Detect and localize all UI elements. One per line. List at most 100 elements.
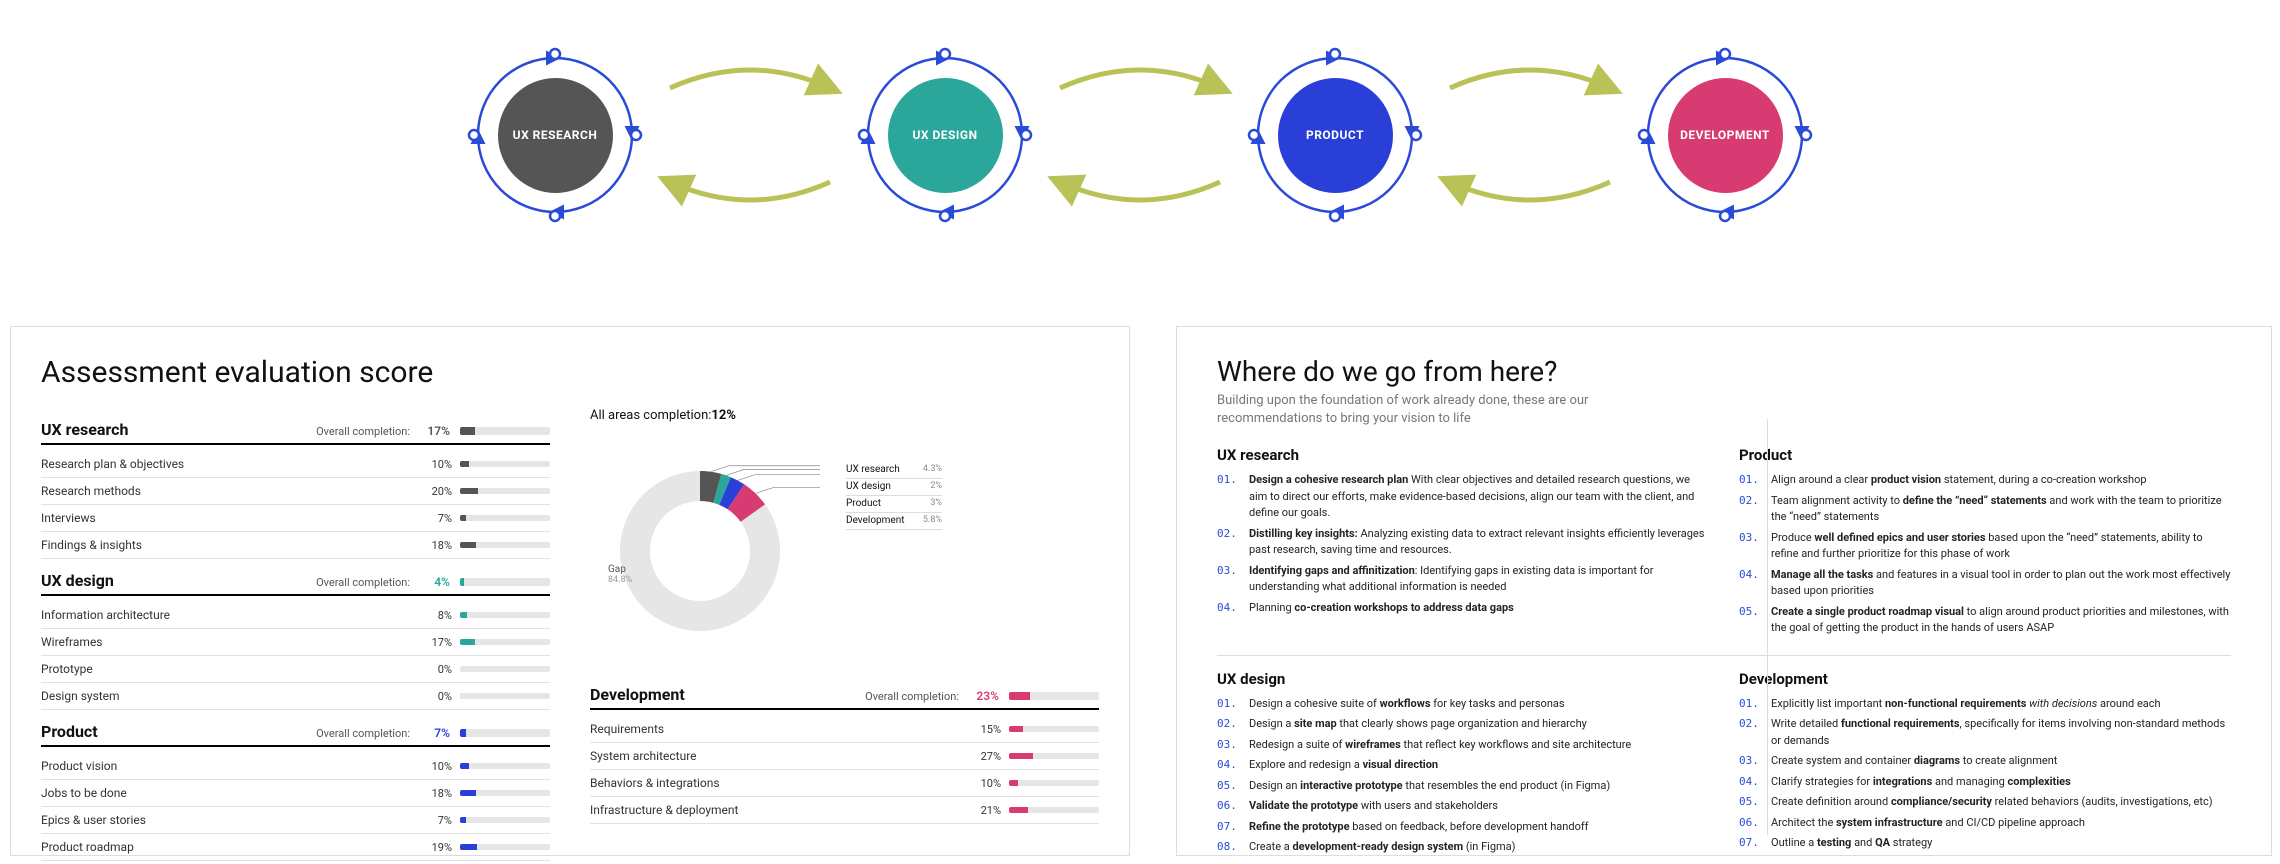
rec-item: Identifying gaps and affinitization: Ide… [1217,563,1709,596]
stage-circle: UX DESIGN [888,78,1003,193]
stage-connector [650,40,850,230]
score-row-name: Findings & insights [41,538,420,552]
category-head: UX design Overall completion: 4% [41,571,550,596]
category-overall-pct: 17% [420,424,450,438]
stage-product: PRODUCT [1240,40,1430,230]
score-row-pct: 20% [420,485,452,498]
rec-item: Team alignment activity to define the “n… [1739,493,2231,526]
category-overall-bar [460,578,550,586]
score-row-bar [460,515,550,521]
score-row-name: Epics & user stories [41,813,420,827]
score-row: Jobs to be done 18% [41,780,550,807]
score-row-name: Product vision [41,759,420,773]
scores-grid: UX research Overall completion: 17% Rese… [41,408,1099,861]
rec-item: Clarify strategies for integrations and … [1739,774,2231,791]
score-row-bar [460,790,550,796]
score-row: Infrastructure & deployment 21% [590,797,1099,824]
score-row-bar [460,666,550,672]
stage-connector [1430,40,1630,230]
stage-development: DEVELOPMENT [1630,40,1820,230]
score-row-name: Design system [41,689,420,703]
score-row-pct: 17% [420,636,452,649]
category-name: Development [590,685,685,704]
score-row-pct: 21% [969,804,1001,817]
donut-gap-label: Gap 84.8% [608,564,632,585]
score-row-bar [1009,807,1099,813]
rec-item: Refine the prototype based on feedback, … [1217,819,1709,836]
overall-label: Overall completion: [316,425,410,438]
score-row-pct: 27% [969,750,1001,763]
score-row-pct: 18% [420,787,452,800]
score-row-pct: 8% [420,609,452,622]
rec-item: Create a development-ready design system… [1217,839,1709,856]
rec-item: Create a single product roadmap visual t… [1739,604,2231,637]
score-row-name: Interviews [41,511,420,525]
recommendations-panel: Where do we go from here? Building upon … [1176,326,2272,856]
rec-item: Distilling key insights: Analyzing exist… [1217,526,1709,559]
stage-ux-design: UX DESIGN [850,40,1040,230]
category-overall-bar [1009,692,1099,700]
rec-item: Outline a testing and QA strategy [1739,835,2231,852]
score-row: Prototype 0% [41,656,550,683]
scores-col-1: UX research Overall completion: 17% Rese… [41,408,550,861]
donut-title: All areas completion:12% [590,408,940,423]
score-row-pct: 18% [420,539,452,552]
rec-item: Explicitly list important non-functional… [1739,696,2231,713]
rec-block-ux-design: UX design Design a cohesive suite of wor… [1217,670,1709,860]
rec-item: Produce well defined epics and user stor… [1739,530,2231,563]
score-row-pct: 0% [420,663,452,676]
donut-legend-item: UX design2% [846,479,942,496]
category-overall-bar [460,427,550,435]
score-row-name: Behaviors & integrations [590,776,969,790]
score-row: Interviews 7% [41,505,550,532]
score-row: System architecture 27% [590,743,1099,770]
rec-list: Design a cohesive suite of workflows for… [1217,696,1709,856]
category-overall-pct: 4% [420,575,450,589]
score-row-bar [460,542,550,548]
score-row: Requirements 15% [590,716,1099,743]
score-row: Product vision 10% [41,753,550,780]
rec-item: Design a cohesive suite of workflows for… [1217,696,1709,713]
category-name: UX design [41,571,114,590]
category-name: Product [41,722,98,741]
stage-ux-research: UX RESEARCH [460,40,650,230]
category-overall-pct: 7% [420,726,450,740]
category-head: Product Overall completion: 7% [41,722,550,747]
overall-label: Overall completion: [865,690,959,703]
overall-label: Overall completion: [316,727,410,740]
score-row-name: Requirements [590,722,969,736]
rec-list: Align around a clear product vision stat… [1739,472,2231,637]
score-row-name: System architecture [590,749,969,763]
rec-item: Write detailed functional requirements, … [1739,716,2231,749]
rec-item: Create system and container diagrams to … [1739,753,2231,770]
score-row-name: Research methods [41,484,420,498]
score-row-pct: 15% [969,723,1001,736]
score-row-name: Jobs to be done [41,786,420,800]
recs-grid: UX research Design a cohesive research p… [1217,446,2231,860]
assessment-title: Assessment evaluation score [41,355,1099,390]
stage-circle: UX RESEARCH [498,78,613,193]
recs-subtitle: Building upon the foundation of work alr… [1217,392,1637,428]
score-row-pct: 10% [420,760,452,773]
score-row-bar [460,817,550,823]
score-row: Design system 0% [41,683,550,710]
scores-col-2: All areas completion:12% UX research4.3%… [590,408,1099,861]
rec-block-title: UX research [1217,446,1709,464]
rec-item: Explore and redesign a visual direction [1217,757,1709,774]
horizontal-divider [1217,655,2231,656]
donut-legend-item: Development5.8% [846,513,942,530]
recs-title: Where do we go from here? [1217,355,2231,388]
rec-item: Align around a clear product vision stat… [1739,472,2231,489]
score-row-bar [460,639,550,645]
category-overall-bar [460,729,550,737]
rec-block-title: UX design [1217,670,1709,688]
rec-item: Planning co-creation workshops to addres… [1217,600,1709,617]
score-row-pct: 10% [969,777,1001,790]
score-row-bar [1009,753,1099,759]
score-row: Wireframes 17% [41,629,550,656]
score-row-bar [460,461,550,467]
process-flow: UX RESEARCH UX DESIGN [0,20,2280,250]
score-row-bar [460,693,550,699]
stage-circle: DEVELOPMENT [1668,78,1783,193]
rec-block-title: Development [1739,670,2231,688]
